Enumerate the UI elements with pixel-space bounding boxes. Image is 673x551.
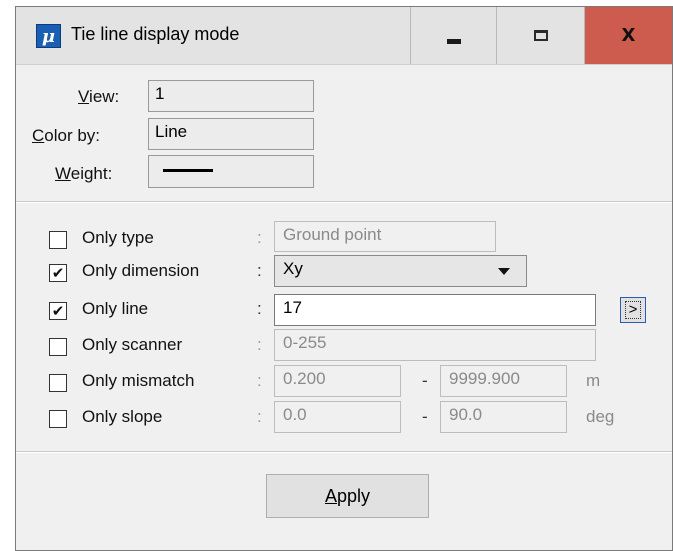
only-line-checkbox[interactable]: ✔ xyxy=(49,302,67,320)
minimize-button[interactable] xyxy=(410,7,496,64)
window-title: Tie line display mode xyxy=(71,24,240,44)
slope-unit: deg xyxy=(586,407,615,426)
weight-label: Weight: xyxy=(55,164,113,183)
separator-highlight xyxy=(16,202,672,203)
only-type-label: Only type xyxy=(82,228,154,247)
range-dash: - xyxy=(422,407,428,426)
only-mismatch-checkbox[interactable] xyxy=(49,374,67,392)
only-type-checkbox[interactable] xyxy=(49,231,67,249)
separator-highlight xyxy=(16,452,672,453)
close-icon: X xyxy=(621,25,636,46)
only-slope-checkbox[interactable] xyxy=(49,410,67,428)
only-dimension-checkbox[interactable]: ✔ xyxy=(49,264,67,282)
only-mismatch-label: Only mismatch xyxy=(82,371,195,390)
only-scanner-label: Only scanner xyxy=(82,335,183,354)
only-line-input[interactable]: 17 xyxy=(274,294,596,326)
maximize-button[interactable] xyxy=(496,7,584,64)
only-scanner-input[interactable]: 0-255 xyxy=(274,329,596,361)
colon: : xyxy=(257,261,262,280)
only-slope-from-input[interactable]: 0.0 xyxy=(274,401,401,433)
check-mark-icon: ✔ xyxy=(51,302,65,320)
check-mark-icon: ✔ xyxy=(51,264,65,282)
title-bar[interactable]: μ Tie line display mode X xyxy=(16,7,672,65)
dialog-window: μ Tie line display mode X View: 1 Color … xyxy=(15,6,673,551)
only-dimension-select[interactable]: Xy xyxy=(274,255,527,287)
only-dimension-value: Xy xyxy=(283,259,303,278)
mismatch-unit: m xyxy=(586,371,601,390)
only-type-input[interactable]: Ground point xyxy=(274,221,496,252)
line-select-button[interactable]: > xyxy=(620,297,646,323)
view-label: View: xyxy=(78,87,120,106)
microstation-icon: μ xyxy=(36,24,61,48)
colon: : xyxy=(257,228,262,247)
only-slope-label: Only slope xyxy=(82,407,163,426)
maximize-icon xyxy=(533,30,548,41)
close-button[interactable]: X xyxy=(584,7,672,64)
apply-button[interactable]: Apply xyxy=(266,474,429,518)
only-dimension-label: Only dimension xyxy=(82,261,200,280)
color-by-field[interactable]: Line xyxy=(148,118,314,150)
view-field[interactable]: 1 xyxy=(148,80,314,112)
range-dash: - xyxy=(422,371,428,390)
colon: : xyxy=(257,371,262,390)
line-weight-sample xyxy=(163,169,213,172)
only-scanner-checkbox[interactable] xyxy=(49,338,67,356)
only-slope-to-input[interactable]: 90.0 xyxy=(440,401,567,433)
only-line-label: Only line xyxy=(82,299,149,318)
only-mismatch-from-input[interactable]: 0.200 xyxy=(274,365,401,397)
weight-field[interactable] xyxy=(148,155,314,188)
colon: : xyxy=(257,407,262,426)
colon: : xyxy=(257,299,262,318)
chevron-down-icon xyxy=(498,268,510,275)
colon: : xyxy=(257,335,262,354)
color-by-label: Color by: xyxy=(32,126,101,145)
minimize-icon xyxy=(446,39,461,44)
only-mismatch-to-input[interactable]: 9999.900 xyxy=(440,365,567,397)
